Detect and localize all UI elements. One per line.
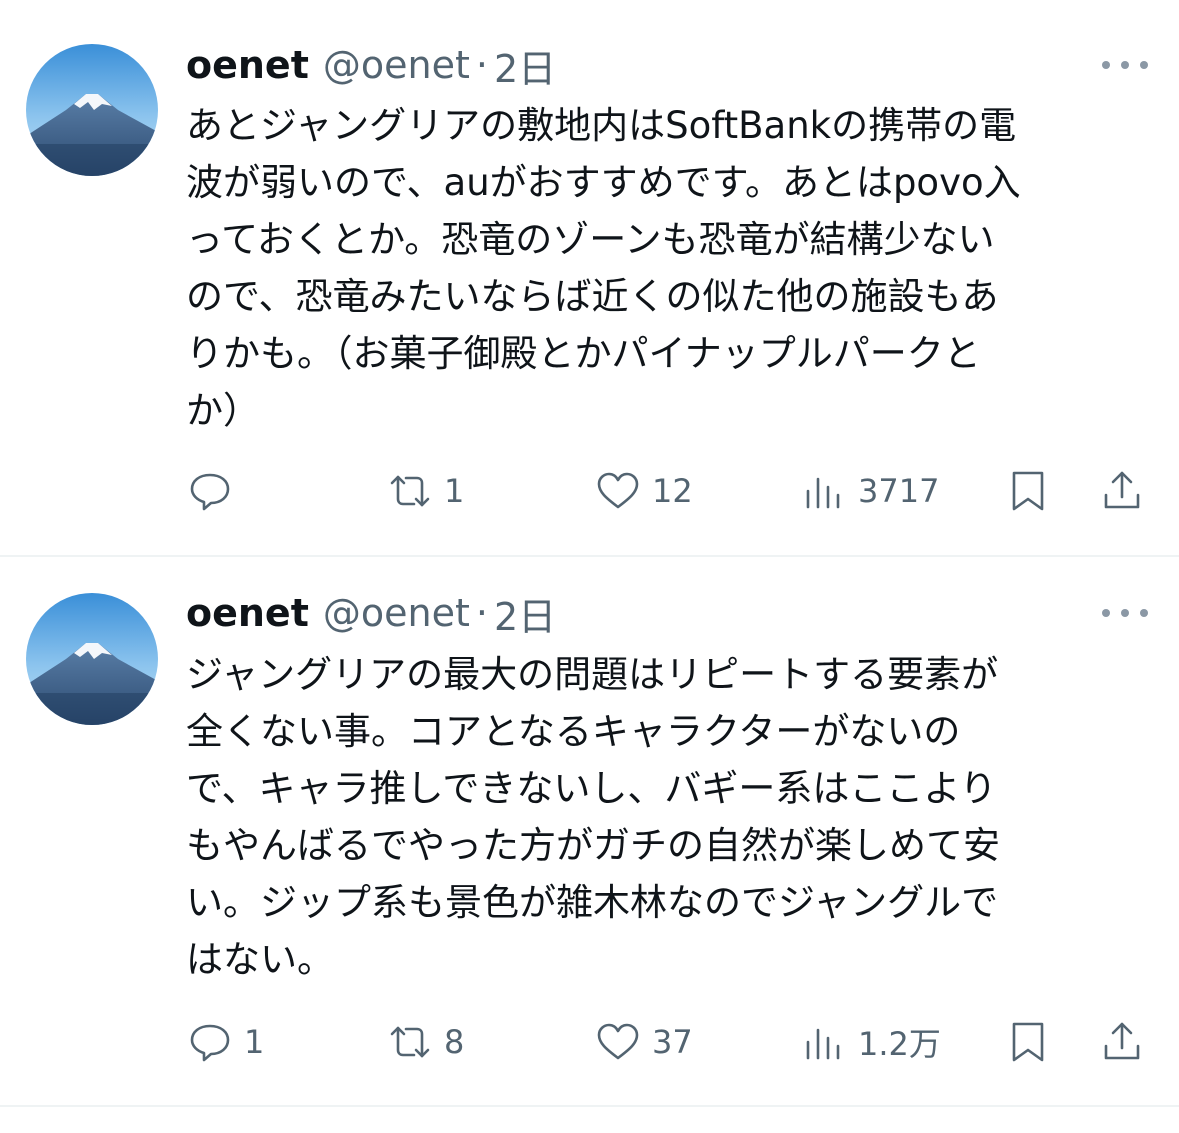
share-button[interactable] (1098, 466, 1146, 516)
share-icon (1104, 471, 1140, 509)
tweet-actions: 1 12 3717 (186, 466, 1146, 516)
heart-icon (597, 472, 639, 509)
user-handle[interactable]: @oenet (323, 43, 470, 87)
views-icon (806, 477, 840, 509)
separator-dot: · (475, 591, 488, 635)
like-count: 12 (652, 472, 693, 510)
views-count: 1.2万 (858, 1025, 941, 1063)
retweet-icon (390, 1026, 430, 1058)
views-button[interactable]: 3717 (800, 466, 939, 516)
retweet-button[interactable]: 8 (386, 1017, 464, 1067)
retweet-button[interactable]: 1 (386, 466, 464, 516)
share-button[interactable] (1098, 1017, 1146, 1067)
reply-button[interactable] (186, 466, 244, 516)
tweet-header: oenet @oenet · 2日 (186, 38, 556, 93)
timestamp[interactable]: 2日 (494, 38, 556, 93)
retweet-count: 1 (444, 472, 465, 510)
views-icon (806, 1028, 840, 1060)
user-handle[interactable]: @oenet (323, 591, 470, 635)
divider (0, 1105, 1179, 1107)
like-button[interactable]: 37 (594, 1017, 693, 1067)
tweet-text: あとジャングリアの敷地内はSoftBankの携帯の電 波が弱いので、auがおすす… (186, 104, 1021, 432)
share-icon (1104, 1022, 1140, 1060)
retweet-icon (390, 475, 430, 507)
views-count: 3717 (858, 472, 940, 510)
bookmark-icon (1012, 1022, 1044, 1062)
tweet-text: ジャングリアの最大の問題はリピートする要素が 全くない事。コアとなるキャラクター… (186, 653, 1000, 981)
more-icon[interactable] (1102, 603, 1148, 623)
tweet-header: oenet @oenet · 2日 (186, 586, 556, 641)
views-button[interactable]: 1.2万 (800, 1017, 941, 1067)
more-icon[interactable] (1102, 55, 1148, 75)
tweet[interactable]: oenet @oenet · 2日 あとジャングリアの敷地内はSoftBankの… (0, 0, 1179, 555)
reply-icon (190, 1024, 230, 1062)
bookmark-icon (1012, 471, 1044, 511)
like-button[interactable]: 12 (594, 466, 693, 516)
bookmark-button[interactable] (1004, 466, 1052, 516)
display-name[interactable]: oenet (186, 591, 309, 635)
display-name[interactable]: oenet (186, 43, 309, 87)
separator-dot: · (475, 43, 488, 87)
reply-count: 1 (244, 1023, 265, 1061)
tweet[interactable]: oenet @oenet · 2日 ジャングリアの最大の問題はリピートする要素が… (0, 557, 1179, 1105)
bookmark-button[interactable] (1004, 1017, 1052, 1067)
avatar[interactable] (26, 44, 158, 176)
retweet-count: 8 (444, 1023, 465, 1061)
timestamp[interactable]: 2日 (494, 586, 556, 641)
reply-button[interactable]: 1 (186, 1017, 264, 1067)
avatar[interactable] (26, 593, 158, 725)
tweet-actions: 1 8 37 1.2万 (186, 1017, 1146, 1067)
reply-icon (190, 473, 230, 511)
heart-icon (597, 1023, 639, 1060)
like-count: 37 (652, 1023, 693, 1061)
